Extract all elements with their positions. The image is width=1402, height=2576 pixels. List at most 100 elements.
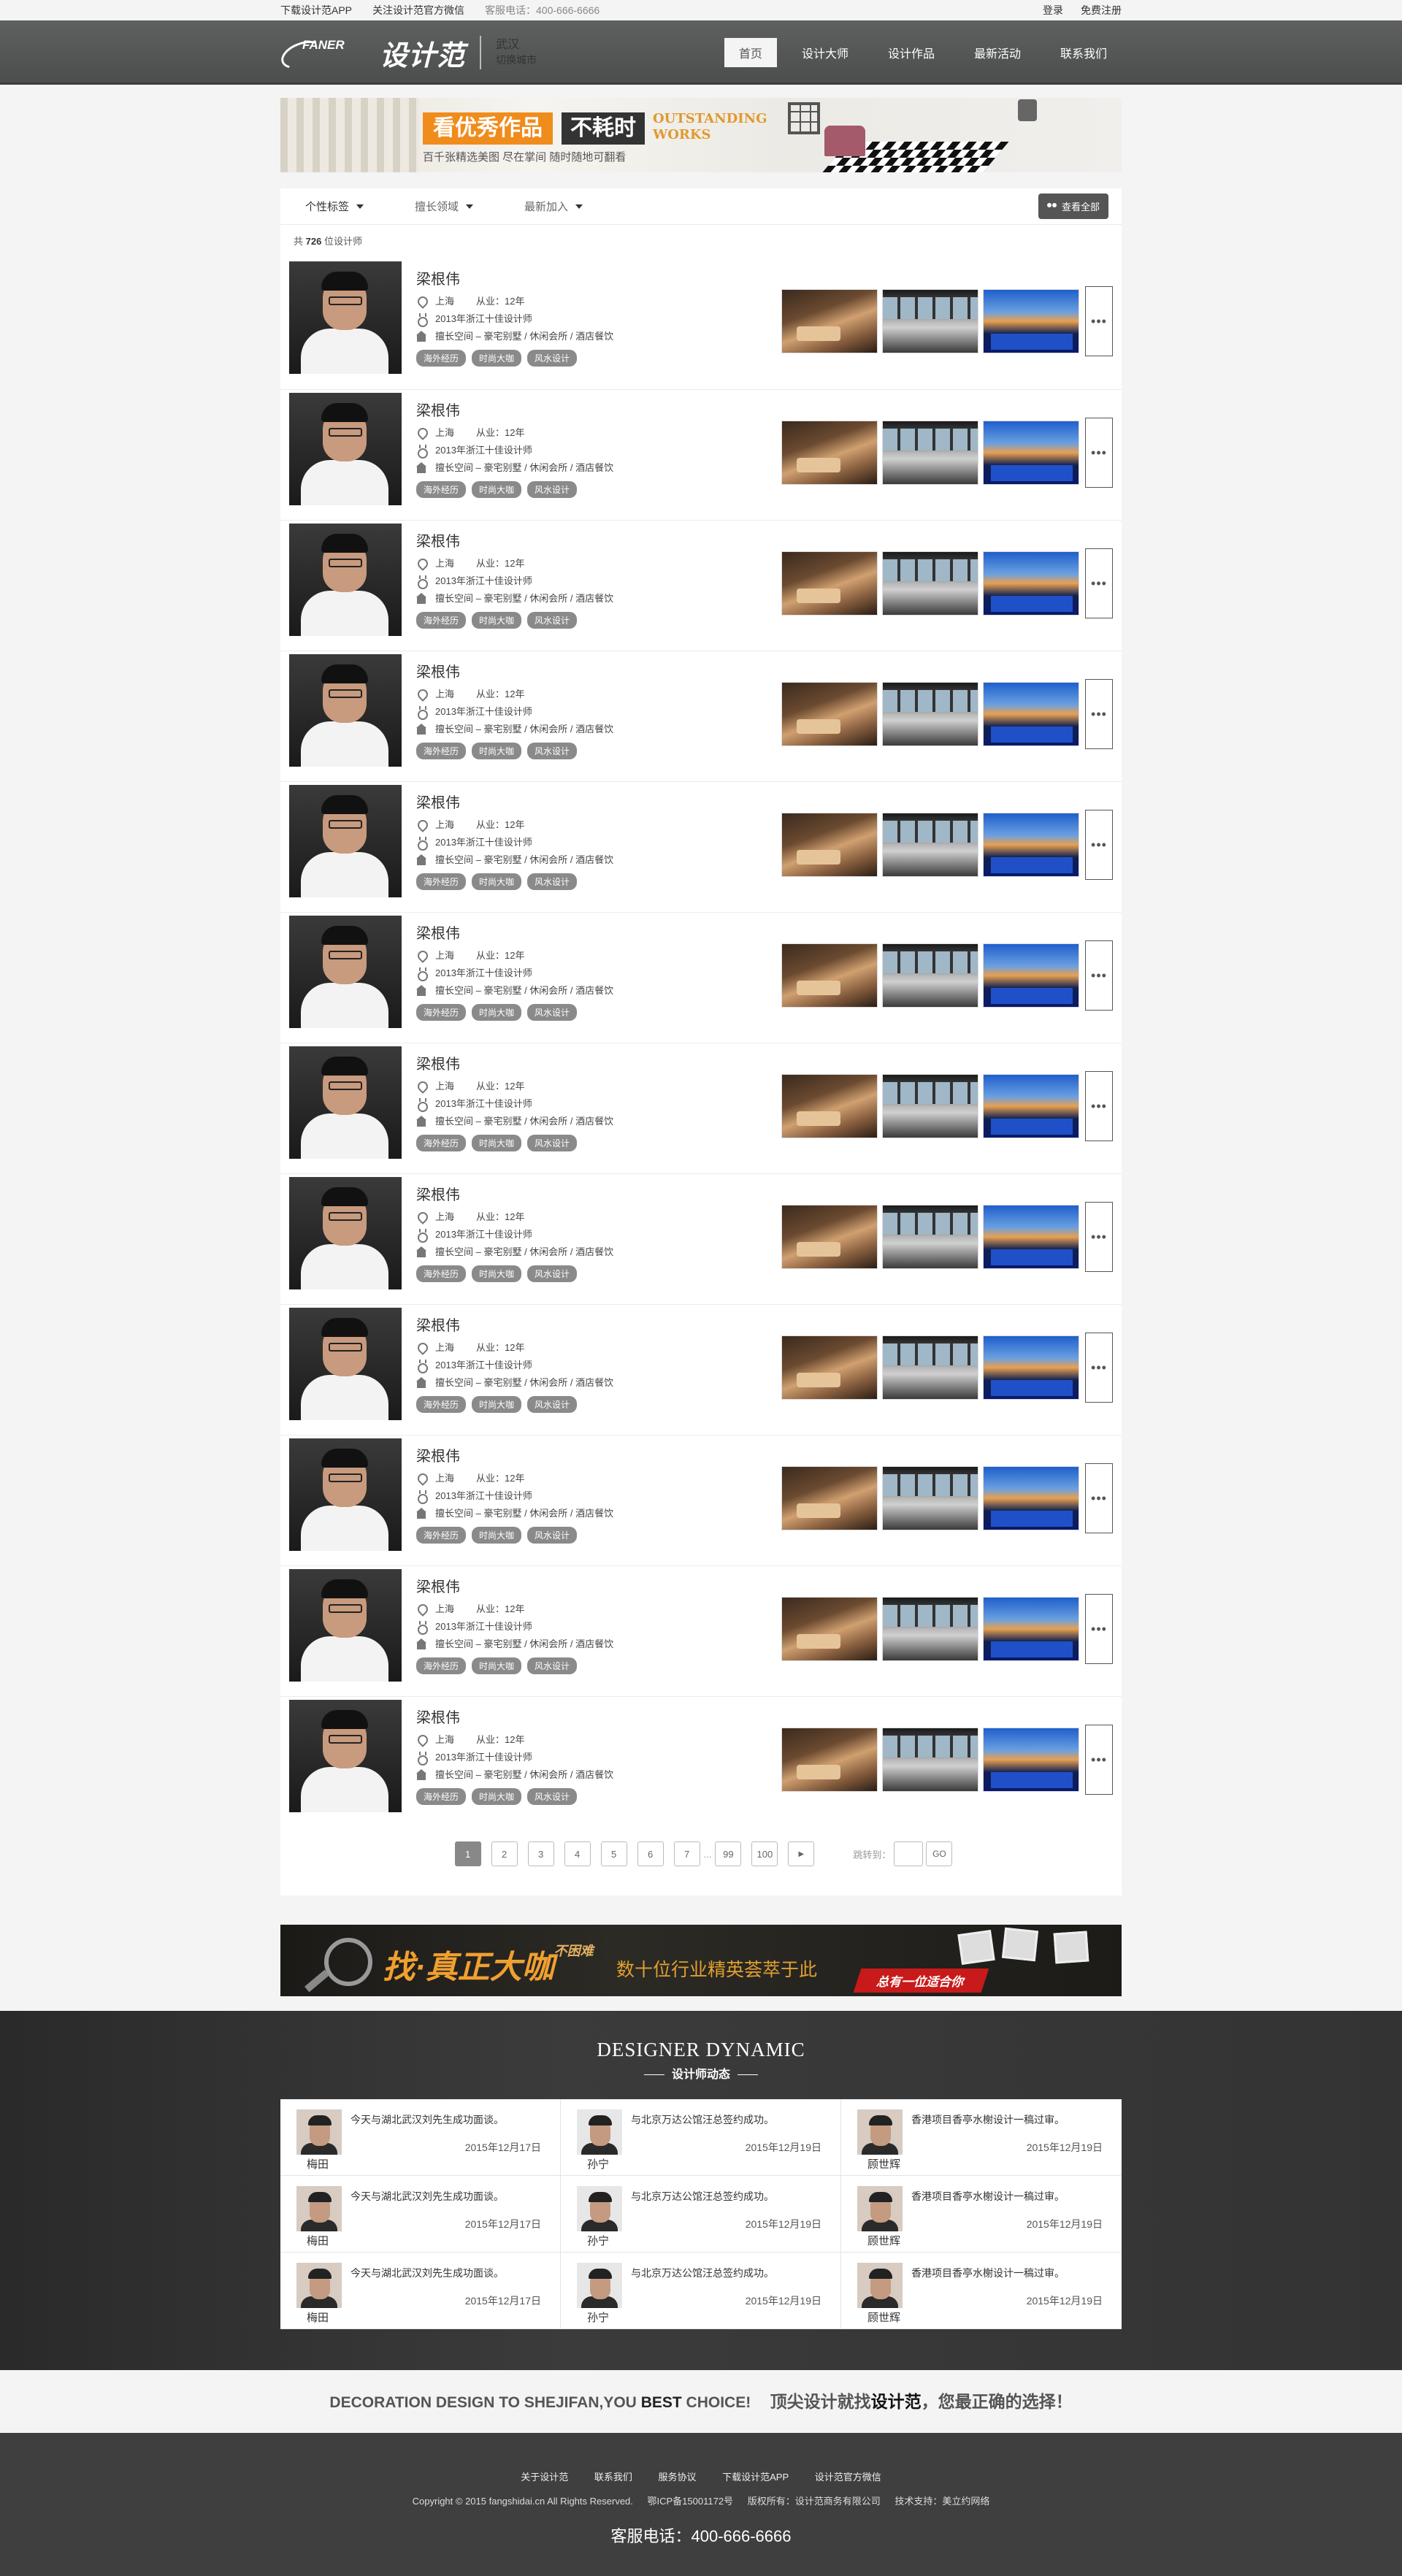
designer-photo[interactable] (577, 2263, 622, 2308)
work-thumbnail[interactable] (983, 1205, 1079, 1269)
designer-avatar[interactable] (289, 916, 402, 1028)
designer-tag[interactable]: 海外经历 (416, 1788, 467, 1805)
designer-name[interactable]: 梁根伟 (416, 1314, 613, 1335)
next-page-button[interactable]: ▶ (788, 1841, 815, 1866)
dynamic-name[interactable]: 孙宁 (587, 2156, 609, 2171)
work-thumbnail[interactable] (983, 1728, 1079, 1792)
work-thumbnail[interactable] (781, 551, 878, 616)
view-all-button[interactable]: 查看全部 (1038, 193, 1108, 219)
more-works-button[interactable]: ••• (1085, 679, 1113, 749)
work-thumbnail[interactable] (983, 1466, 1079, 1530)
designer-photo[interactable] (857, 2186, 903, 2231)
footer-link-contact[interactable]: 联系我们 (594, 2472, 632, 2483)
designer-tag[interactable]: 时尚大咖 (472, 1135, 522, 1151)
work-thumbnail[interactable] (983, 1074, 1079, 1138)
work-thumbnail[interactable] (983, 1597, 1079, 1661)
more-works-button[interactable]: ••• (1085, 286, 1113, 356)
designer-tag[interactable]: 海外经历 (416, 350, 467, 367)
dynamic-name[interactable]: 顾世辉 (867, 2233, 900, 2248)
dynamic-name[interactable]: 梅田 (307, 2309, 329, 2325)
dynamic-item[interactable]: 梅田 今天与湖北武汉刘先生成功面谈。 2015年12月17日 (280, 2176, 561, 2253)
designer-name[interactable]: 梁根伟 (416, 1444, 613, 1465)
work-thumbnail[interactable] (781, 289, 878, 353)
more-works-button[interactable]: ••• (1085, 1594, 1113, 1664)
designer-tag[interactable]: 风水设计 (527, 1657, 578, 1674)
dynamic-item[interactable]: 孙宁 与北京万达公馆汪总签约成功。 2015年12月19日 (561, 2253, 841, 2329)
footer-link-about[interactable]: 关于设计范 (521, 2472, 568, 2483)
dynamic-name[interactable]: 梅田 (307, 2233, 329, 2248)
designer-tag[interactable]: 风水设计 (527, 1265, 578, 1282)
page-button[interactable]: 4 (564, 1841, 591, 1866)
designer-tag[interactable]: 风水设计 (527, 743, 578, 759)
dynamic-name[interactable]: 孙宁 (587, 2233, 609, 2248)
designer-avatar[interactable] (289, 785, 402, 897)
designer-tag[interactable]: 时尚大咖 (472, 1657, 522, 1674)
designer-tag[interactable]: 海外经历 (416, 873, 467, 890)
designer-tag[interactable]: 时尚大咖 (472, 1004, 522, 1021)
designer-name[interactable]: 梁根伟 (416, 267, 613, 288)
designer-name[interactable]: 梁根伟 (416, 1706, 613, 1727)
footer-link-app[interactable]: 下载设计范APP (722, 2472, 789, 2483)
designer-photo[interactable] (857, 2263, 903, 2308)
work-thumbnail[interactable] (882, 682, 978, 746)
more-works-button[interactable]: ••• (1085, 418, 1113, 488)
more-works-button[interactable]: ••• (1085, 1071, 1113, 1141)
work-thumbnail[interactable] (983, 1335, 1079, 1400)
designer-row[interactable]: 梁根伟 上海 从业：12年 2013年浙江十佳设计师 擅长空间 – 豪宅别墅 / … (280, 1696, 1122, 1827)
promo-banner[interactable]: 看优秀作品 不耗时 OUTSTANDING WORKS 百千张精选美图 尽在掌间… (280, 98, 1122, 172)
designer-avatar[interactable] (289, 1700, 402, 1812)
dynamic-item[interactable]: 顾世辉 香港项目香亭水榭设计一稿过审。 2015年12月19日 (841, 2176, 1122, 2253)
designer-row[interactable]: 梁根伟 上海 从业：12年 2013年浙江十佳设计师 擅长空间 – 豪宅别墅 / … (280, 651, 1122, 781)
more-works-button[interactable]: ••• (1085, 940, 1113, 1011)
designer-name[interactable]: 梁根伟 (416, 791, 613, 812)
nav-masters[interactable]: 设计大师 (787, 38, 863, 67)
work-thumbnail[interactable] (983, 943, 1079, 1008)
designer-tag[interactable]: 时尚大咖 (472, 612, 522, 629)
designer-tag[interactable]: 风水设计 (527, 481, 578, 498)
work-thumbnail[interactable] (882, 1335, 978, 1400)
designer-tag[interactable]: 风水设计 (527, 1004, 578, 1021)
work-thumbnail[interactable] (781, 1074, 878, 1138)
work-thumbnail[interactable] (983, 813, 1079, 877)
designer-row[interactable]: 梁根伟 上海 从业：12年 2013年浙江十佳设计师 擅长空间 – 豪宅别墅 / … (280, 1565, 1122, 1696)
designer-avatar[interactable] (289, 1308, 402, 1420)
designer-tag[interactable]: 海外经历 (416, 1135, 467, 1151)
work-thumbnail[interactable] (882, 1074, 978, 1138)
designer-tag[interactable]: 风水设计 (527, 1135, 578, 1151)
work-thumbnail[interactable] (882, 943, 978, 1008)
designer-row[interactable]: 梁根伟 上海 从业：12年 2013年浙江十佳设计师 擅长空间 – 豪宅别墅 / … (280, 1304, 1122, 1435)
dynamic-item[interactable]: 孙宁 与北京万达公馆汪总签约成功。 2015年12月19日 (561, 2099, 841, 2176)
work-thumbnail[interactable] (882, 813, 978, 877)
designer-row[interactable]: 梁根伟 上海 从业：12年 2013年浙江十佳设计师 擅长空间 – 豪宅别墅 / … (280, 1173, 1122, 1304)
designer-name[interactable]: 梁根伟 (416, 921, 613, 943)
follow-wechat-link[interactable]: 关注设计范官方微信 (372, 3, 464, 18)
designer-photo[interactable] (577, 2109, 622, 2155)
work-thumbnail[interactable] (882, 1466, 978, 1530)
work-thumbnail[interactable] (983, 289, 1079, 353)
page-button[interactable]: 3 (527, 1841, 554, 1866)
designer-tag[interactable]: 海外经历 (416, 1396, 467, 1413)
nav-events[interactable]: 最新活动 (959, 38, 1035, 67)
designer-tag[interactable]: 风水设计 (527, 612, 578, 629)
filter-tags-dropdown[interactable]: 个性标签 (305, 199, 364, 214)
designer-tag[interactable]: 海外经历 (416, 481, 467, 498)
page-button[interactable]: 99 (715, 1841, 742, 1866)
designer-tag[interactable]: 海外经历 (416, 612, 467, 629)
work-thumbnail[interactable] (781, 1335, 878, 1400)
designer-name[interactable]: 梁根伟 (416, 399, 613, 420)
work-thumbnail[interactable] (882, 289, 978, 353)
designer-photo[interactable] (577, 2186, 622, 2231)
work-thumbnail[interactable] (781, 1597, 878, 1661)
page-button[interactable]: 6 (637, 1841, 664, 1866)
jump-page-input[interactable] (894, 1841, 924, 1866)
designer-photo[interactable] (857, 2109, 903, 2155)
designer-row[interactable]: 梁根伟 上海 从业：12年 2013年浙江十佳设计师 擅长空间 – 豪宅别墅 / … (280, 1435, 1122, 1565)
designer-name[interactable]: 梁根伟 (416, 529, 613, 551)
designer-tag[interactable]: 风水设计 (527, 1527, 578, 1544)
designer-tag[interactable]: 时尚大咖 (472, 743, 522, 759)
dynamic-name[interactable]: 顾世辉 (867, 2156, 900, 2171)
designer-tag[interactable]: 时尚大咖 (472, 873, 522, 890)
designer-tag[interactable]: 时尚大咖 (472, 1396, 522, 1413)
work-thumbnail[interactable] (882, 1728, 978, 1792)
work-thumbnail[interactable] (882, 1205, 978, 1269)
